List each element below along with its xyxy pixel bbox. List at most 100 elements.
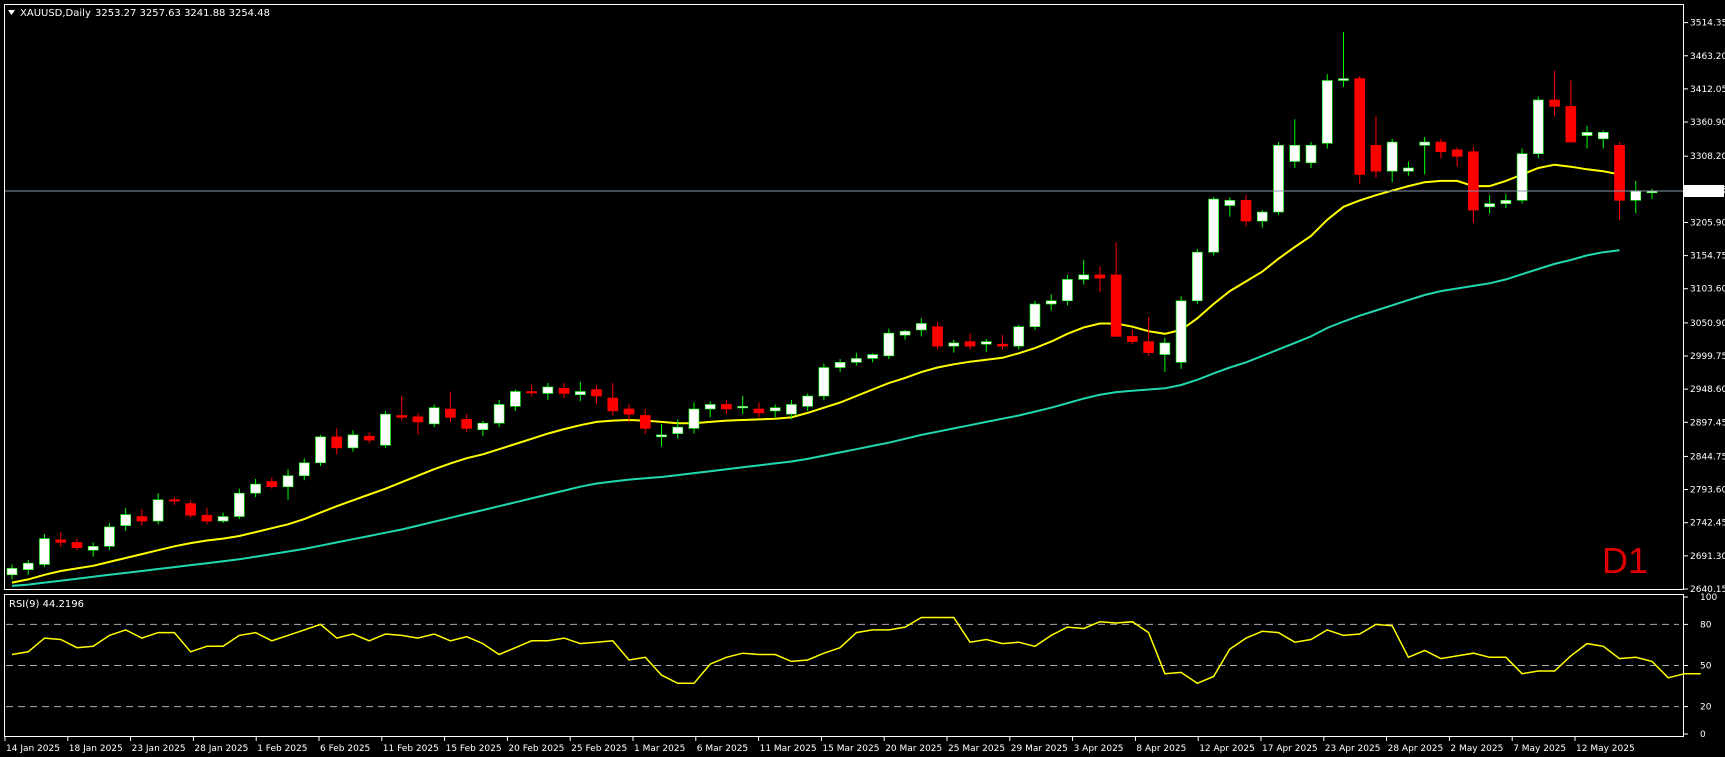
candle bbox=[104, 523, 115, 551]
candle bbox=[818, 363, 830, 400]
candle bbox=[1273, 142, 1284, 215]
candle-body bbox=[1094, 274, 1106, 279]
time-tick-label: 20 Mar 2025 bbox=[885, 744, 942, 754]
candle bbox=[1175, 296, 1187, 369]
candle-body bbox=[185, 503, 196, 516]
candle-body bbox=[915, 323, 927, 331]
candle-body bbox=[1045, 300, 1057, 305]
candle-body bbox=[233, 492, 245, 517]
candle-body bbox=[1159, 342, 1171, 355]
candle-body bbox=[1305, 144, 1317, 164]
candle-body bbox=[948, 342, 960, 347]
candle-body bbox=[607, 397, 619, 412]
ohlc-readout: 3253.27 3257.63 3241.88 3254.48 bbox=[95, 8, 270, 19]
candle-body bbox=[104, 526, 115, 547]
candle-body bbox=[201, 514, 213, 522]
time-tick-label: 28 Apr 2025 bbox=[1388, 744, 1444, 754]
candle-body bbox=[1403, 167, 1414, 172]
candle-body bbox=[688, 408, 700, 429]
candle-body bbox=[363, 435, 375, 441]
candle-body bbox=[428, 407, 440, 425]
candle-body bbox=[1549, 99, 1560, 107]
candle-body bbox=[461, 419, 472, 429]
candle-body bbox=[656, 434, 667, 438]
time-tick-label: 25 Mar 2025 bbox=[948, 744, 1005, 754]
time-tick-label: 29 Mar 2025 bbox=[1011, 744, 1068, 754]
time-tick-label: 15 Mar 2025 bbox=[822, 744, 879, 754]
rsi-tick-label: 0 bbox=[1700, 730, 1706, 740]
price-tick-label: 2999.75 bbox=[1690, 352, 1725, 362]
candle-body bbox=[22, 562, 34, 570]
candle-body bbox=[87, 546, 99, 551]
candle-body bbox=[932, 326, 943, 347]
candle-body bbox=[1419, 141, 1431, 146]
candle-body bbox=[282, 475, 294, 488]
candle bbox=[380, 410, 391, 448]
candle-body bbox=[1646, 190, 1658, 194]
candle-body bbox=[883, 332, 895, 357]
candle-body bbox=[1468, 151, 1479, 211]
candle-body bbox=[136, 516, 148, 522]
candle-body bbox=[753, 408, 765, 414]
candle-body bbox=[120, 514, 131, 526]
time-tick-label: 7 May 2025 bbox=[1513, 744, 1566, 754]
candle-body bbox=[704, 404, 716, 410]
candle-body bbox=[1370, 144, 1382, 172]
price-tick-label: 2948.60 bbox=[1690, 385, 1725, 395]
price-tick-label: 3463.20 bbox=[1690, 52, 1725, 62]
candle-body bbox=[39, 538, 50, 565]
candle-body bbox=[1500, 200, 1512, 204]
candle-body bbox=[266, 481, 278, 488]
price-tick-label: 2897.45 bbox=[1690, 418, 1725, 428]
time-tick-label: 2 May 2025 bbox=[1450, 744, 1503, 754]
candle-body bbox=[1354, 78, 1366, 175]
candle-body bbox=[1127, 336, 1138, 342]
candle bbox=[883, 328, 895, 360]
price-tick-label: 3412.05 bbox=[1690, 85, 1725, 95]
chart-canvas: 3254.48 3514.353463.203412.053360.903308… bbox=[0, 0, 1725, 757]
time-tick-label: 18 Jan 2025 bbox=[69, 744, 123, 754]
candle-body bbox=[1175, 300, 1187, 363]
candle-body bbox=[802, 395, 813, 407]
candle bbox=[1029, 300, 1041, 330]
candle bbox=[315, 434, 326, 466]
time-tick-label: 20 Feb 2025 bbox=[508, 744, 564, 754]
candle-body bbox=[639, 415, 651, 429]
time-tick-label: 8 Apr 2025 bbox=[1136, 744, 1186, 754]
candle-body bbox=[412, 416, 424, 423]
candle-body bbox=[1208, 198, 1219, 253]
time-tick-label: 25 Feb 2025 bbox=[571, 744, 627, 754]
candle-body bbox=[672, 426, 684, 434]
time-tick-label: 11 Feb 2025 bbox=[383, 744, 439, 754]
price-tick-label: 3360.90 bbox=[1690, 118, 1725, 128]
candle-body bbox=[1143, 341, 1154, 353]
symbol-label: XAUUSD,Daily bbox=[20, 8, 91, 19]
candle-body bbox=[737, 406, 749, 409]
candle-body bbox=[1533, 99, 1544, 155]
candle-body bbox=[315, 436, 326, 464]
time-tick-label: 12 May 2025 bbox=[1576, 744, 1635, 754]
candle-body bbox=[493, 404, 505, 424]
candle-body bbox=[786, 404, 797, 415]
price-tick-label: 3050.90 bbox=[1690, 319, 1725, 329]
candle bbox=[1354, 75, 1366, 185]
price-tick-label: 3154.75 bbox=[1690, 252, 1725, 262]
rsi-label: RSI(9) 44.2196 bbox=[9, 599, 84, 610]
candle-body bbox=[1581, 132, 1593, 136]
candle bbox=[1192, 248, 1203, 305]
candle bbox=[1013, 324, 1025, 350]
candle-body bbox=[477, 422, 489, 431]
time-tick-label: 17 Apr 2025 bbox=[1262, 744, 1318, 754]
candle-body bbox=[169, 499, 180, 502]
time-tick-label: 1 Feb 2025 bbox=[257, 744, 307, 754]
candle-body bbox=[1013, 326, 1025, 347]
candle-body bbox=[1256, 211, 1268, 222]
candle-body bbox=[1614, 144, 1625, 201]
candle-body bbox=[1597, 132, 1609, 140]
rsi-tick-label: 80 bbox=[1700, 620, 1712, 630]
rsi-tick-label: 50 bbox=[1700, 662, 1712, 672]
candle-body bbox=[152, 499, 164, 522]
candle-body bbox=[1435, 141, 1447, 153]
candle-body bbox=[526, 391, 537, 394]
candle-body bbox=[298, 462, 310, 477]
